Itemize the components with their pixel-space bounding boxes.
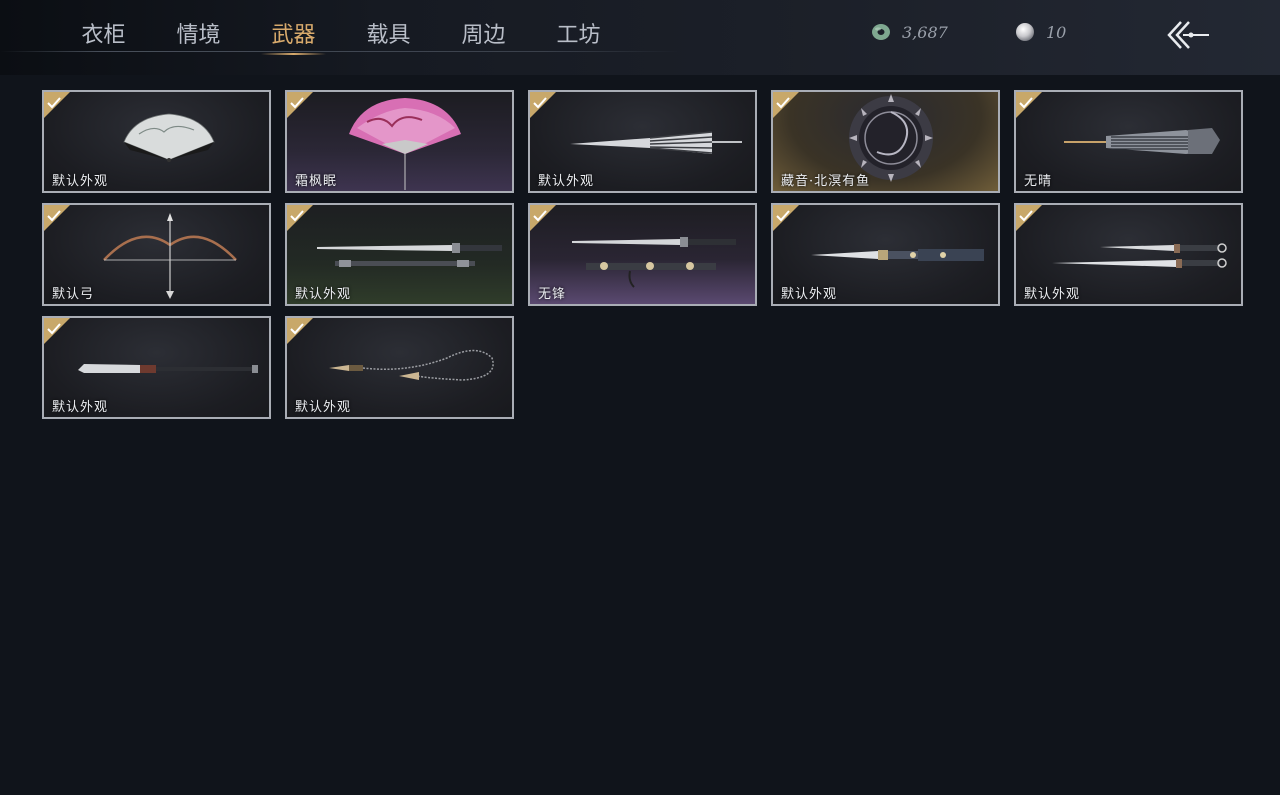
weapon-card[interactable]: 默认弓 <box>42 203 271 306</box>
weapon-label: 霜枫眠 <box>295 174 338 189</box>
owned-check-icon <box>773 205 799 231</box>
tab-weapons[interactable]: 武器 <box>246 16 341 56</box>
jade-amount: 3,687 <box>902 22 948 42</box>
jade-coin-icon <box>872 24 890 40</box>
tab-scene[interactable]: 情境 <box>151 16 246 56</box>
owned-check-icon <box>530 92 556 118</box>
weapon-card[interactable]: 霜枫眠 <box>285 90 514 193</box>
pearl-icon <box>1016 23 1034 41</box>
owned-check-icon <box>1016 205 1042 231</box>
weapon-label: 默认外观 <box>295 287 352 302</box>
owned-check-icon <box>1016 92 1042 118</box>
top-bar: 衣柜 情境 武器 载具 周边 工坊 3,687 10 <box>0 0 1280 75</box>
owned-check-icon <box>44 205 70 231</box>
owned-check-icon <box>773 92 799 118</box>
weapon-label: 无锋 <box>538 287 567 302</box>
weapon-label: 默认弓 <box>52 287 95 302</box>
weapon-card[interactable]: 默认外观 <box>285 316 514 419</box>
category-tabs: 衣柜 情境 武器 载具 周边 工坊 <box>56 16 626 56</box>
weapon-label: 默认外观 <box>295 400 352 415</box>
jade-currency: 3,687 <box>870 20 948 44</box>
weapon-card[interactable]: 藏音·北溟有鱼 <box>771 90 1000 193</box>
weapon-label: 默认外观 <box>781 287 838 302</box>
pearl-amount: 10 <box>1046 22 1067 42</box>
weapon-card[interactable]: 无晴 <box>1014 90 1243 193</box>
owned-check-icon <box>287 318 313 344</box>
tab-workshop[interactable]: 工坊 <box>531 16 626 56</box>
tab-wardrobe[interactable]: 衣柜 <box>56 16 151 56</box>
tab-underline <box>0 51 680 52</box>
weapon-card[interactable]: 默认外观 <box>285 203 514 306</box>
owned-check-icon <box>287 92 313 118</box>
weapon-label: 默认外观 <box>538 174 595 189</box>
weapon-label: 默认外观 <box>52 400 109 415</box>
weapon-card[interactable]: 默认外观 <box>42 90 271 193</box>
owned-check-icon <box>44 92 70 118</box>
owned-check-icon <box>530 205 556 231</box>
weapon-card[interactable]: 默认外观 <box>528 90 757 193</box>
weapon-card[interactable]: 默认外观 <box>1014 203 1243 306</box>
owned-check-icon <box>44 318 70 344</box>
back-arrow-icon[interactable] <box>1165 16 1213 54</box>
weapon-label: 默认外观 <box>52 174 109 189</box>
weapon-card[interactable]: 默认外观 <box>771 203 1000 306</box>
owned-check-icon <box>287 205 313 231</box>
weapon-card[interactable]: 默认外观 <box>42 316 271 419</box>
weapon-label: 无晴 <box>1024 174 1053 189</box>
weapon-label: 藏音·北溟有鱼 <box>781 174 871 189</box>
tab-vehicles[interactable]: 载具 <box>341 16 436 56</box>
weapon-card[interactable]: 无锋 <box>528 203 757 306</box>
weapon-label: 默认外观 <box>1024 287 1081 302</box>
pearl-currency: 10 <box>1014 20 1066 44</box>
tab-peripherals[interactable]: 周边 <box>436 16 531 56</box>
